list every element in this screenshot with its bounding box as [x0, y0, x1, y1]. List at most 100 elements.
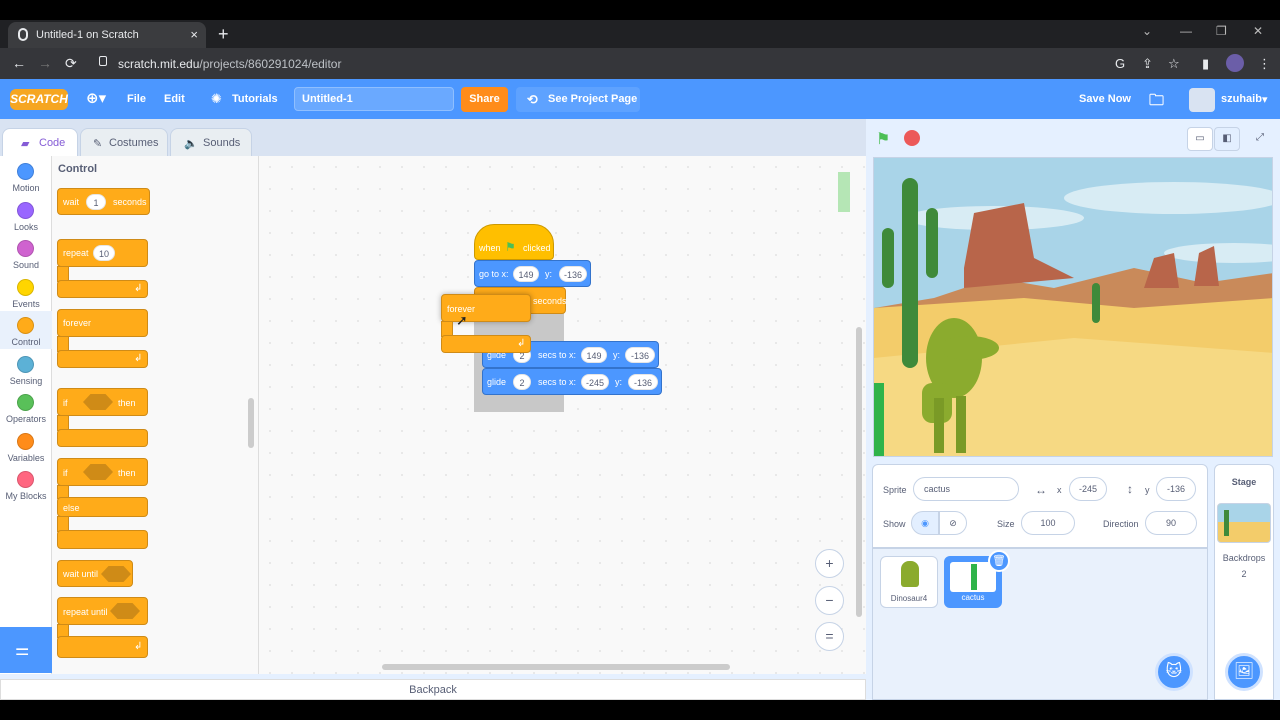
project-title-input[interactable]: Untitled-1 — [294, 87, 454, 111]
maximize-button[interactable]: ❐ — [1216, 24, 1227, 38]
browser-menu-icon[interactable]: ⋮ — [1258, 56, 1271, 72]
url-field[interactable]: scratch.mit.edu/projects/860291024/edito… — [90, 52, 1100, 75]
category-motion[interactable]: Motion — [0, 157, 52, 195]
zoom-reset-button[interactable]: = — [815, 622, 844, 651]
small-stage-button[interactable]: ▭ — [1187, 127, 1213, 151]
category-sensing[interactable]: Sensing — [0, 350, 52, 388]
repeat-until-block[interactable]: repeat until — [57, 597, 148, 625]
block-text: go to x: — [479, 269, 509, 279]
condition-slot[interactable] — [101, 566, 131, 582]
block-input[interactable]: -136 — [625, 347, 655, 363]
reload-button[interactable]: ⟳ — [65, 55, 77, 72]
profile-avatar[interactable] — [1226, 54, 1244, 72]
window-close-button[interactable]: ✕ — [1253, 24, 1263, 38]
account-chevron-down-icon[interactable]: ▾ — [1262, 93, 1268, 106]
category-label: Motion — [12, 183, 40, 193]
minimize-button[interactable]: — — [1180, 24, 1192, 38]
zoom-out-button[interactable]: − — [815, 586, 844, 615]
bookmark-star-icon[interactable]: ☆ — [1168, 56, 1180, 72]
language-globe-icon[interactable]: ⊕▾ — [86, 89, 106, 107]
wait-until-block[interactable]: wait until — [57, 560, 133, 587]
save-now-button[interactable]: Save Now — [1079, 93, 1131, 105]
scratch-favicon-icon — [18, 28, 28, 41]
new-tab-button[interactable]: + — [218, 24, 229, 45]
username[interactable]: szuhaib — [1221, 93, 1262, 105]
workspace-vertical-scrollbar[interactable] — [856, 327, 862, 617]
palette-scrollbar[interactable] — [248, 398, 254, 448]
size-label: Size — [997, 519, 1015, 529]
category-sound[interactable]: Sound — [0, 234, 52, 272]
condition-slot[interactable] — [110, 603, 140, 619]
sprite-thumbnail[interactable]: Dinosaur4 — [880, 556, 938, 608]
size-input[interactable]: 100 — [1021, 511, 1075, 535]
block-input[interactable]: 1 — [86, 194, 106, 210]
tutorials-menu[interactable]: Tutorials — [232, 93, 278, 105]
scratch-logo[interactable]: SCRATCH — [10, 89, 68, 110]
fullscreen-icon[interactable]: ⤢ — [1247, 127, 1273, 151]
category-variables[interactable]: Variables — [0, 427, 52, 465]
user-avatar[interactable] — [1189, 88, 1215, 112]
backpack-bar[interactable]: Backpack — [0, 679, 866, 700]
share-icon[interactable]: ⇪ — [1142, 56, 1153, 72]
forward-button[interactable]: → — [38, 55, 52, 71]
tab-code[interactable]: ▰ Code — [2, 128, 78, 156]
block-input[interactable]: 2 — [513, 374, 531, 390]
dragged-forever-block[interactable]: forever — [441, 294, 531, 322]
my-stuff-folder-icon[interactable]: 🗀 — [1149, 90, 1164, 115]
tab-costumes[interactable]: ✎ Costumes — [80, 128, 168, 156]
if-then-block[interactable]: if then — [57, 388, 148, 416]
add-extension-button[interactable]: ⚌ — [0, 627, 52, 673]
choose-backdrop-icon[interactable]: 🖼 — [1225, 653, 1263, 691]
cactus-sprite-icon — [971, 564, 977, 590]
forever-block[interactable]: forever — [57, 309, 148, 337]
tab-search-icon[interactable]: ⌄ — [1142, 24, 1152, 38]
show-visible-eye-icon[interactable]: ◉ — [911, 511, 939, 535]
file-menu[interactable]: File — [127, 93, 146, 105]
block-input[interactable]: 149 — [513, 266, 539, 282]
hide-eye-slash-icon[interactable]: ⊘ — [939, 511, 967, 535]
zoom-in-button[interactable]: + — [815, 549, 844, 578]
category-looks[interactable]: Looks — [0, 196, 52, 234]
stage-canvas[interactable] — [873, 157, 1273, 457]
category-events[interactable]: Events — [0, 273, 52, 311]
delete-sprite-trash-icon[interactable]: 🗑 — [988, 550, 1010, 572]
sprite-name-input[interactable]: cactus — [913, 477, 1019, 501]
block-input[interactable]: 10 — [93, 245, 115, 261]
x-input[interactable]: -245 — [1069, 477, 1107, 501]
large-stage-button[interactable]: ◧ — [1214, 127, 1240, 151]
block-text: secs to x: — [538, 350, 577, 360]
go-to-xy-block[interactable]: go to x: 149 y: -136 — [474, 260, 591, 287]
condition-slot[interactable] — [83, 464, 113, 480]
y-input[interactable]: -136 — [1156, 477, 1196, 501]
condition-slot[interactable] — [83, 394, 113, 410]
choose-sprite-cat-icon[interactable]: 🐱 — [1155, 653, 1193, 691]
google-icon[interactable]: G — [1115, 56, 1125, 71]
see-project-page-button[interactable]: ⟲ See Project Page — [516, 87, 640, 112]
category-my-blocks[interactable]: My Blocks — [0, 465, 52, 503]
workspace-horizontal-scrollbar[interactable] — [382, 664, 730, 670]
direction-input[interactable]: 90 — [1145, 511, 1197, 535]
green-flag-button[interactable]: ⚑ — [876, 129, 894, 148]
sidepanel-icon[interactable]: ▮ — [1202, 56, 1209, 72]
if-then-else-block[interactable]: if then — [57, 458, 148, 486]
tab-sounds[interactable]: 🔈 Sounds — [170, 128, 252, 156]
block-input[interactable]: -245 — [581, 374, 609, 390]
wait-seconds-block[interactable]: wait 1 seconds — [57, 188, 150, 215]
tab-close-icon[interactable]: × — [190, 27, 198, 42]
block-text: repeat until — [63, 607, 108, 617]
edit-menu[interactable]: Edit — [164, 93, 185, 105]
script-workspace[interactable] — [259, 156, 866, 674]
category-control[interactable]: Control — [0, 311, 52, 349]
share-button[interactable]: Share — [461, 87, 508, 112]
block-input[interactable]: -136 — [628, 374, 658, 390]
stop-button[interactable] — [904, 130, 920, 146]
category-operators[interactable]: Operators — [0, 388, 52, 426]
glide-block-2[interactable]: glide 2 secs to x: -245 y: -136 — [482, 368, 662, 395]
repeat-block[interactable]: repeat 10 — [57, 239, 148, 267]
back-button[interactable]: ← — [12, 55, 26, 71]
when-flag-clicked-block[interactable]: when ⚑ clicked — [474, 224, 554, 260]
block-input[interactable]: 149 — [581, 347, 607, 363]
browser-tab[interactable]: Untitled-1 on Scratch × — [8, 22, 206, 48]
workspace-sprite-marker — [838, 172, 850, 212]
block-input[interactable]: -136 — [559, 266, 587, 282]
